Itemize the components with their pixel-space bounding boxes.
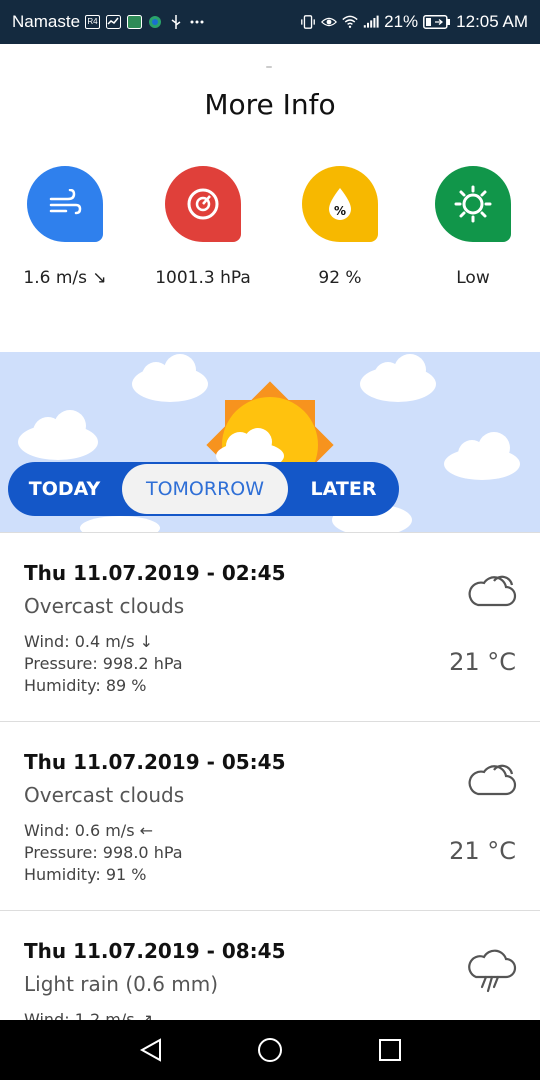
tab-later[interactable]: LATER <box>288 462 399 516</box>
wifi-icon <box>342 14 358 30</box>
more-notifications-icon <box>189 14 205 30</box>
humidity-metric: % 92 % <box>275 166 405 288</box>
forecast-wind: Wind: 0.4 m/s ↓ <box>24 632 154 651</box>
notification-box-icon: R4 <box>85 15 101 29</box>
home-icon[interactable] <box>258 1038 282 1062</box>
signal-icon <box>363 14 379 30</box>
forecast-datetime: Thu 11.07.2019 - 08:45 <box>24 939 286 963</box>
uv-value: Low <box>456 268 490 288</box>
forecast-pressure: Pressure: 998.0 hPa <box>24 843 183 862</box>
forecast-item[interactable]: Thu 11.07.2019 - 05:45 Overcast clouds W… <box>0 721 540 911</box>
pressure-value: 1001.3 hPa <box>155 268 251 288</box>
humidity-value: 92 % <box>318 268 362 288</box>
activity-icon <box>105 14 121 30</box>
forecast-temperature: 21 °C <box>449 648 516 676</box>
humidity-drop-icon: % <box>302 166 378 242</box>
svg-text:%: % <box>334 204 346 218</box>
forecast-wind: Wind: 1.2 m/s ↗ <box>24 1010 154 1020</box>
uv-metric: Low <box>408 166 538 288</box>
recents-icon[interactable] <box>379 1039 401 1061</box>
globe-icon <box>147 14 163 30</box>
more-info-sheet: More Info 1.6 m/s ↘ 1001.3 hPa % 92 % Lo… <box>0 44 540 352</box>
forecast-tab-bar: TODAY TOMORROW LATER <box>8 462 399 516</box>
vibrate-icon <box>300 14 316 30</box>
wind-metric: 1.6 m/s ↘ <box>0 166 130 288</box>
forecast-datetime: Thu 11.07.2019 - 02:45 <box>24 561 286 585</box>
eye-comfort-icon <box>321 14 338 30</box>
tab-tomorrow[interactable]: TOMORROW <box>122 464 288 514</box>
forecast-humidity: Humidity: 89 % <box>24 676 147 695</box>
status-bar: Namaste R4 21% 12:05 AM <box>0 0 540 44</box>
pressure-metric: 1001.3 hPa <box>138 166 268 288</box>
forecast-description: Light rain (0.6 mm) <box>24 972 219 996</box>
rain-cloud-icon <box>466 949 518 993</box>
battery-icon <box>423 14 451 30</box>
usb-icon <box>168 14 184 30</box>
clock: 12:05 AM <box>456 12 528 31</box>
cloud-icon <box>466 571 518 611</box>
tab-today[interactable]: TODAY <box>8 462 121 516</box>
forecast-list[interactable]: Thu 11.07.2019 - 02:45 Overcast clouds W… <box>0 532 540 1020</box>
carrier-name: Namaste <box>12 12 81 31</box>
sheet-handle[interactable] <box>266 66 272 68</box>
cloud-icon <box>466 760 518 800</box>
back-icon[interactable] <box>139 1038 161 1062</box>
wind-icon <box>27 166 103 242</box>
forecast-wind: Wind: 0.6 m/s ← <box>24 821 154 840</box>
app-notification-icon <box>126 14 142 30</box>
pressure-gauge-icon <box>165 166 241 242</box>
forecast-description: Overcast clouds <box>24 594 185 618</box>
more-info-title: More Info <box>204 88 336 121</box>
wind-value: 1.6 m/s ↘ <box>23 268 107 288</box>
forecast-item[interactable]: Thu 11.07.2019 - 02:45 Overcast clouds W… <box>0 532 540 722</box>
forecast-item[interactable]: Thu 11.07.2019 - 08:45 Light rain (0.6 m… <box>0 910 540 1020</box>
forecast-temperature: 21 °C <box>449 837 516 865</box>
battery-percent: 21% <box>384 12 419 31</box>
forecast-datetime: Thu 11.07.2019 - 05:45 <box>24 750 286 774</box>
forecast-description: Overcast clouds <box>24 783 185 807</box>
forecast-pressure: Pressure: 998.2 hPa <box>24 654 183 673</box>
sun-uv-icon <box>435 166 511 242</box>
navigation-bar <box>0 1020 540 1080</box>
forecast-humidity: Humidity: 91 % <box>24 865 147 884</box>
